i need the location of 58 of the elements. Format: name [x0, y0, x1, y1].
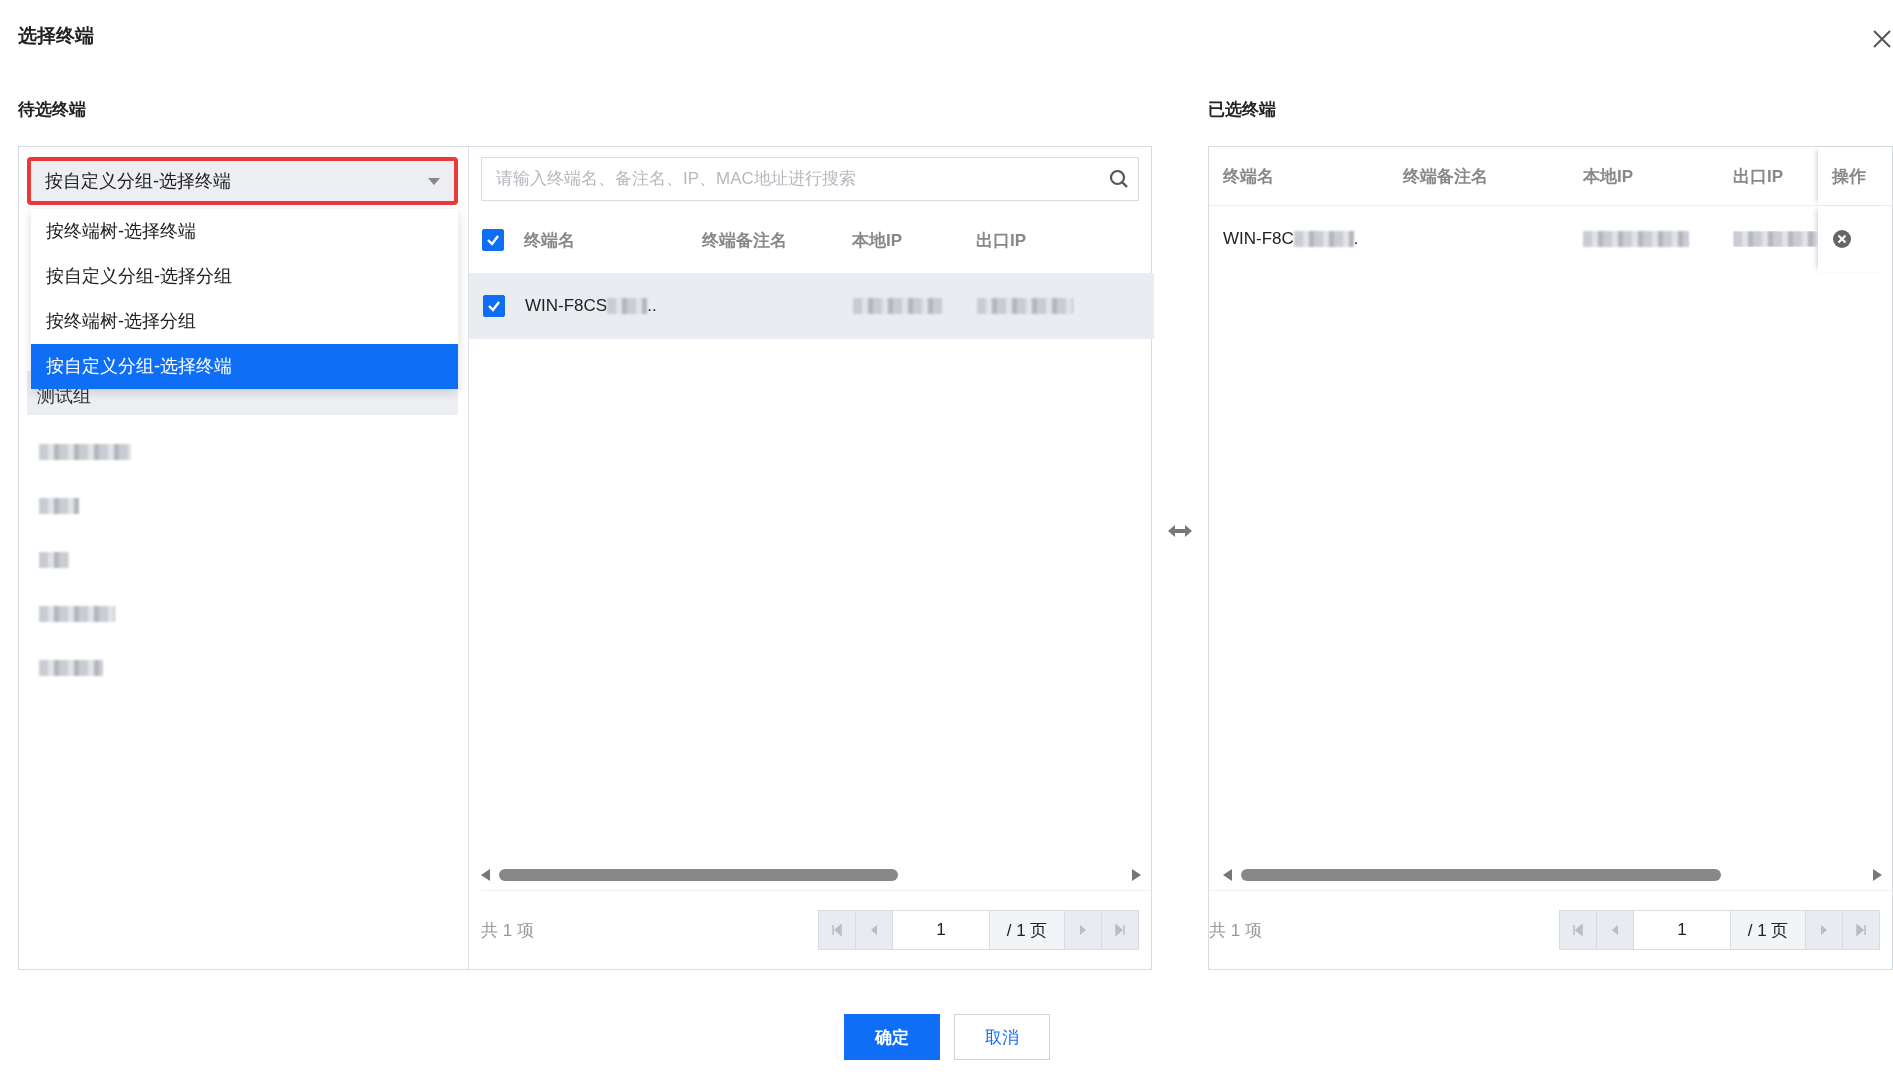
column-header: 本地IP	[852, 229, 904, 252]
next-page-button[interactable]	[1806, 911, 1843, 949]
search-field[interactable]: 请输入终端名、备注名、IP、MAC地址进行搜索	[481, 157, 1139, 201]
page-count: / 1 页	[1731, 911, 1806, 949]
table-cell: WIN-F8CS	[525, 296, 608, 316]
section-heading: 待选终端	[18, 98, 87, 121]
previous-page-button[interactable]	[856, 911, 893, 949]
dropdown-option[interactable]: 按终端树-选择终端	[31, 209, 458, 254]
search-icon	[1109, 169, 1129, 189]
cancel-button[interactable]: 取消	[953, 1014, 1050, 1060]
last-page-icon	[1115, 924, 1125, 936]
confirm-button[interactable]: 确定	[843, 1014, 940, 1060]
first-page-button[interactable]	[1560, 911, 1597, 949]
caret-icon	[428, 177, 440, 185]
scroll-left-icon[interactable]	[481, 869, 491, 881]
previous-page-button[interactable]	[1597, 911, 1634, 949]
column-header: 本地IP	[1583, 165, 1635, 188]
last-page-icon	[1856, 924, 1866, 936]
column-header: 终端备注名	[702, 229, 788, 252]
column-header: 操作	[1818, 147, 1892, 205]
column-header: 终端名	[524, 229, 576, 252]
swap-arrows-icon[interactable]	[1168, 525, 1192, 537]
table-cell: .	[1353, 229, 1359, 249]
mode-dropdown[interactable]: 按自定义分组-选择终端	[27, 157, 458, 205]
table-cell: ..	[647, 296, 657, 316]
last-page-button[interactable]	[1102, 911, 1138, 949]
page-count: / 1 页	[990, 911, 1065, 949]
dropdown-option[interactable]: 按自定义分组-选择分组	[31, 254, 458, 299]
next-page-icon	[1820, 924, 1828, 936]
section-heading: 已选终端	[1208, 98, 1277, 121]
last-page-button[interactable]	[1843, 911, 1879, 949]
dropdown-option[interactable]: 按自定义分组-选择终端	[31, 344, 458, 389]
table-cell: WIN-F8C	[1223, 229, 1294, 249]
scroll-left-icon[interactable]	[1223, 869, 1233, 881]
scrollbar-thumb[interactable]	[1241, 869, 1721, 881]
close-icon[interactable]	[1873, 30, 1891, 48]
checkbox[interactable]	[483, 295, 505, 317]
dialog-title: 选择终端	[18, 24, 94, 48]
dropdown-option[interactable]: 按终端树-选择分组	[31, 299, 458, 344]
first-page-icon	[832, 924, 842, 936]
column-header: 终端名	[1222, 165, 1275, 188]
scroll-right-icon[interactable]	[1131, 869, 1141, 881]
total-count: 共 1 项	[481, 919, 534, 942]
previous-page-icon	[870, 924, 878, 936]
previous-page-icon	[1611, 924, 1619, 936]
column-header: 出口IP	[1733, 165, 1785, 188]
total-count: 共 1 项	[1209, 919, 1262, 942]
scrollbar-thumb[interactable]	[499, 869, 899, 881]
scroll-right-icon[interactable]	[1872, 869, 1882, 881]
column-header: 终端备注名	[1403, 165, 1489, 188]
remove-icon[interactable]	[1832, 229, 1852, 249]
first-page-button[interactable]	[819, 911, 856, 949]
first-page-icon	[1573, 924, 1583, 936]
column-header: 出口IP	[976, 229, 1028, 252]
checkbox[interactable]	[482, 229, 504, 251]
next-page-button[interactable]	[1065, 911, 1102, 949]
next-page-icon	[1079, 924, 1087, 936]
table-row[interactable]: WIN-F8CS ..	[469, 273, 1154, 339]
